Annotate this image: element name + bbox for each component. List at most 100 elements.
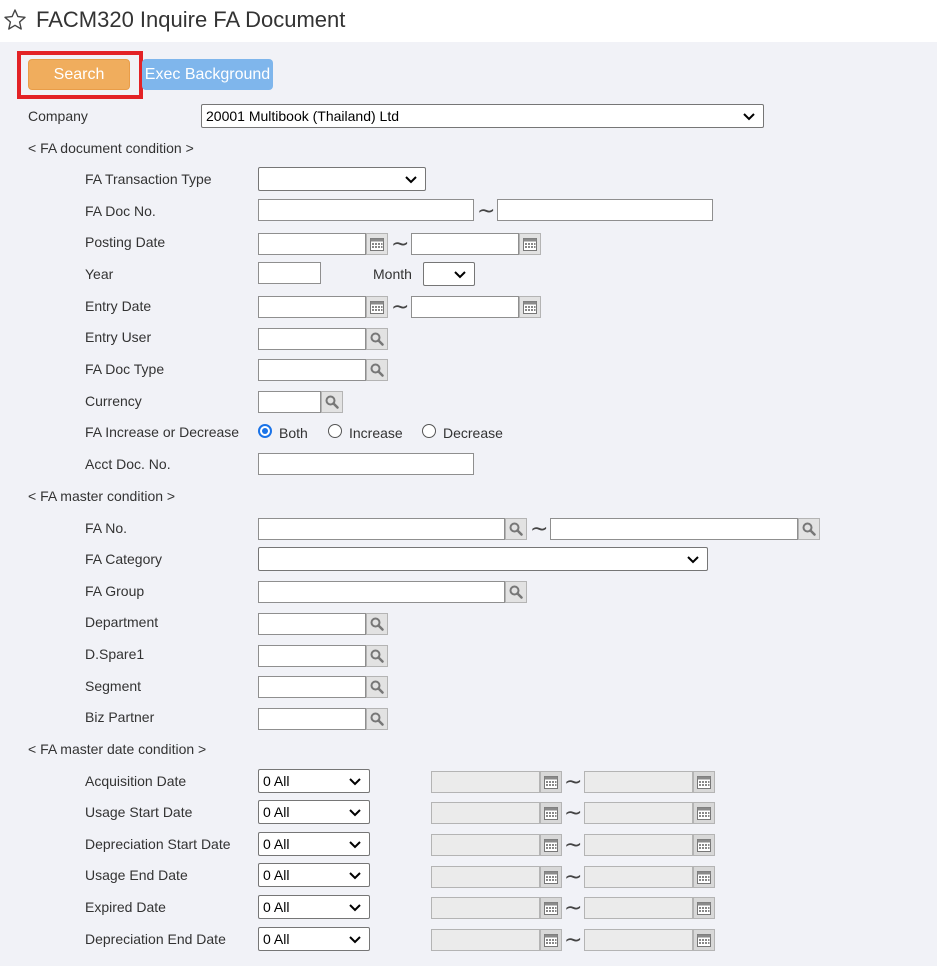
date-row-to-input[interactable] xyxy=(584,834,693,856)
date-row-select[interactable]: 0 All xyxy=(258,863,370,887)
date-row-from-calendar-button[interactable] xyxy=(540,897,562,919)
segment-search-button[interactable] xyxy=(366,676,388,698)
group-search-button[interactable] xyxy=(505,581,527,603)
posting-date-from-calendar-button[interactable] xyxy=(366,233,388,255)
doc-no-to-input[interactable] xyxy=(497,199,713,221)
transaction-type-label: FA Transaction Type xyxy=(85,171,212,187)
date-row-to-calendar-button[interactable] xyxy=(693,897,715,919)
fa-no-from-input[interactable] xyxy=(258,518,505,540)
date-row-from-input[interactable] xyxy=(431,802,540,824)
date-row-select[interactable]: 0 All xyxy=(258,927,370,951)
fa-no-to-search-button[interactable] xyxy=(798,518,820,540)
search-icon xyxy=(509,585,523,599)
calendar-icon xyxy=(697,806,711,820)
search-button[interactable]: Search xyxy=(28,59,130,90)
radio-increase[interactable] xyxy=(328,424,342,438)
exec-background-button[interactable]: Exec Background xyxy=(142,59,273,90)
chevron-down-icon xyxy=(349,904,361,912)
date-row-to-calendar-button[interactable] xyxy=(693,771,715,793)
date-row-from-calendar-button[interactable] xyxy=(540,866,562,888)
entry-date-to-calendar-button[interactable] xyxy=(519,296,541,318)
date-row-to-input[interactable] xyxy=(584,771,693,793)
year-input[interactable] xyxy=(258,262,321,284)
entry-date-to-input[interactable] xyxy=(411,296,519,318)
transaction-type-select[interactable] xyxy=(258,167,426,191)
posting-date-to-calendar-button[interactable] xyxy=(519,233,541,255)
date-row-to-calendar-button[interactable] xyxy=(693,866,715,888)
biz-partner-input[interactable] xyxy=(258,708,366,730)
doc-no-from-input[interactable] xyxy=(258,199,474,221)
spare-input[interactable] xyxy=(258,645,366,667)
year-label: Year xyxy=(85,266,114,282)
range-separator: ~ xyxy=(530,517,549,542)
date-row-from-calendar-button[interactable] xyxy=(540,834,562,856)
date-row-select[interactable]: 0 All xyxy=(258,895,370,919)
doc-type-search-button[interactable] xyxy=(366,359,388,381)
search-icon xyxy=(370,712,384,726)
calendar-icon xyxy=(697,775,711,789)
spare-search-button[interactable] xyxy=(366,645,388,667)
acct-doc-input[interactable] xyxy=(258,453,474,475)
date-row-from-input[interactable] xyxy=(431,771,540,793)
currency-input[interactable] xyxy=(258,391,321,413)
group-input[interactable] xyxy=(258,581,505,603)
page-header: FACM320 Inquire FA Document xyxy=(0,0,937,42)
date-row-to-input[interactable] xyxy=(584,897,693,919)
date-row-select[interactable]: 0 All xyxy=(258,800,370,824)
master-condition-heading: < FA master condition > xyxy=(28,488,176,504)
posting-date-from-input[interactable] xyxy=(258,233,366,255)
date-row-to-calendar-button[interactable] xyxy=(693,834,715,856)
fa-no-to-input[interactable] xyxy=(550,518,798,540)
calendar-icon xyxy=(544,775,558,789)
radio-both-label: Both xyxy=(279,425,308,441)
segment-label: Segment xyxy=(85,678,142,694)
department-input[interactable] xyxy=(258,613,366,635)
date-row-from-input[interactable] xyxy=(431,897,540,919)
calendar-icon xyxy=(523,237,537,251)
range-separator: ~ xyxy=(564,770,583,795)
master-date-condition-heading: < FA master date condition > xyxy=(28,741,207,757)
chevron-down-icon xyxy=(687,556,699,564)
biz-partner-label: Biz Partner xyxy=(85,709,155,725)
posting-date-to-input[interactable] xyxy=(411,233,519,255)
search-icon xyxy=(370,649,384,663)
radio-decrease-label: Decrease xyxy=(443,425,503,441)
date-row-from-calendar-button[interactable] xyxy=(540,929,562,951)
segment-input[interactable] xyxy=(258,676,366,698)
date-row-to-input[interactable] xyxy=(584,866,693,888)
date-row-value: 0 All xyxy=(263,773,290,789)
date-row-from-input[interactable] xyxy=(431,866,540,888)
currency-search-button[interactable] xyxy=(321,391,343,413)
chevron-down-icon xyxy=(349,778,361,786)
entry-date-from-input[interactable] xyxy=(258,296,366,318)
chevron-down-icon xyxy=(349,841,361,849)
entry-user-input[interactable] xyxy=(258,328,366,350)
calendar-icon xyxy=(544,838,558,852)
doc-type-input[interactable] xyxy=(258,359,366,381)
date-row-from-calendar-button[interactable] xyxy=(540,802,562,824)
radio-both[interactable] xyxy=(258,424,272,438)
star-icon[interactable] xyxy=(3,8,27,32)
category-select[interactable] xyxy=(258,547,708,571)
month-select[interactable] xyxy=(423,262,475,286)
radio-decrease[interactable] xyxy=(422,424,436,438)
fa-no-from-search-button[interactable] xyxy=(505,518,527,540)
company-select[interactable]: 20001 Multibook (Thailand) Ltd xyxy=(201,104,764,128)
date-row-from-input[interactable] xyxy=(431,834,540,856)
date-row-select[interactable]: 0 All xyxy=(258,832,370,856)
date-row-to-input[interactable] xyxy=(584,802,693,824)
entry-user-search-button[interactable] xyxy=(366,328,388,350)
month-label: Month xyxy=(373,266,412,282)
biz-partner-search-button[interactable] xyxy=(366,708,388,730)
calendar-icon xyxy=(544,933,558,947)
entry-date-from-calendar-button[interactable] xyxy=(366,296,388,318)
date-row-to-calendar-button[interactable] xyxy=(693,929,715,951)
date-row-from-input[interactable] xyxy=(431,929,540,951)
department-search-button[interactable] xyxy=(366,613,388,635)
calendar-icon xyxy=(697,870,711,884)
date-row-select[interactable]: 0 All xyxy=(258,769,370,793)
date-row-from-calendar-button[interactable] xyxy=(540,771,562,793)
date-row-to-input[interactable] xyxy=(584,929,693,951)
date-row-to-calendar-button[interactable] xyxy=(693,802,715,824)
date-row-value: 0 All xyxy=(263,931,290,947)
